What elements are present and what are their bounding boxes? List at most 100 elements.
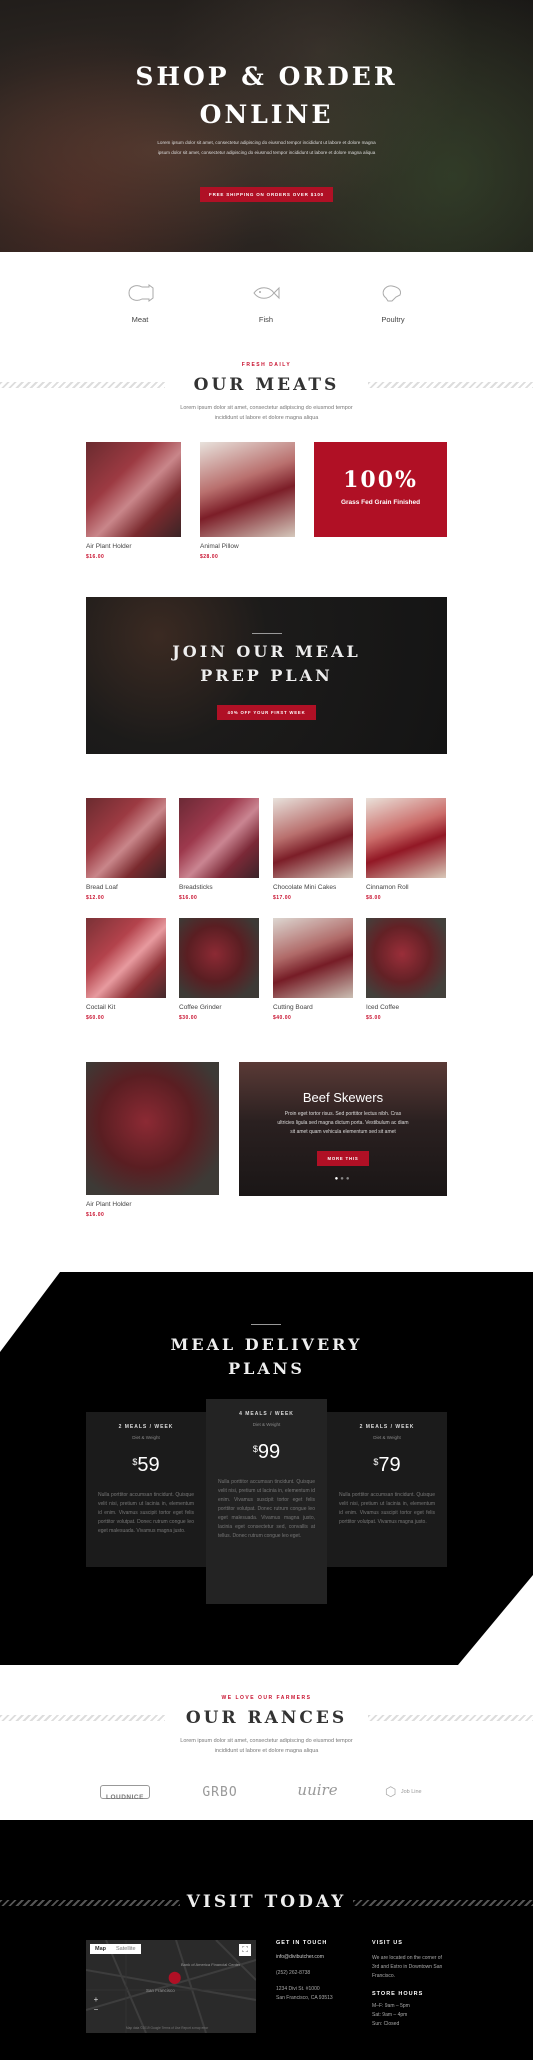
meat-icon	[128, 284, 154, 302]
ranch-logo-grbo[interactable]: GRBO	[195, 1783, 245, 1801]
map-embed[interactable]: Map Satellite ⛶ + − ⬤ San Francisco Bank …	[86, 1940, 256, 2033]
plan-card[interactable]: 2 MEALS / WEEK Diet & Weight $59 Nulla p…	[86, 1412, 206, 1567]
slide-text-line3: sit amet quam vehicula elementum sed sit…	[290, 1129, 396, 1135]
slider-dot[interactable]: ●	[346, 1176, 352, 1182]
ranch-logo-uuire[interactable]: uuire	[290, 1781, 345, 1800]
visit-stripe-right	[353, 1900, 533, 1906]
ranch-logo-text: Job Line	[400, 1788, 422, 1795]
plan-currency: $	[252, 1444, 258, 1454]
meal-prep-title-line2: PREP PLAN	[200, 666, 333, 685]
promo-percent: 100%	[343, 467, 418, 493]
fullscreen-icon[interactable]: ⛶	[239, 1944, 251, 1956]
category-meat[interactable]: Meat	[110, 282, 170, 324]
contact-email[interactable]: info@divibutcher.com	[276, 1954, 356, 1960]
product-card[interactable]: Coctail Kit $60.00	[86, 918, 166, 1021]
hours-line: Sat: 9am – 4pm	[372, 2012, 408, 2018]
product-price: $8.00	[366, 895, 382, 901]
visit-heading: VISIT US	[372, 1940, 403, 1946]
product-price: $40.00	[273, 1015, 292, 1021]
ranches-stripe-right	[368, 1715, 533, 1721]
free-shipping-button[interactable]: FREE SHIPPING ON ORDERS OVER $100	[200, 187, 333, 202]
product-card[interactable]: Breadsticks $16.00	[179, 798, 259, 901]
plan-card[interactable]: 2 MEALS / WEEK Diet & Weight $79 Nulla p…	[327, 1412, 447, 1567]
visit-today-section: VISIT TODAY Map Satellite ⛶ + − ⬤ San Fra…	[0, 1820, 533, 2060]
product-price: $16.00	[86, 1212, 105, 1218]
hero-title-line1: SHOP & ORDER	[135, 62, 398, 91]
product-card[interactable]: Chocolate Mini Cakes $17.00	[273, 798, 353, 901]
product-price: $16.00	[179, 895, 198, 901]
product-card[interactable]: Bread Loaf $12.00	[86, 798, 166, 901]
category-fish[interactable]: Fish	[236, 282, 296, 324]
plan-currency: $	[132, 1457, 138, 1467]
product-title[interactable]: Breadsticks	[179, 884, 259, 891]
meats-eyebrow: FRESH DAILY	[241, 362, 292, 368]
product-title[interactable]: Coctail Kit	[86, 1004, 166, 1011]
contact-heading: GET IN TOUCH	[276, 1940, 328, 1946]
product-title[interactable]: Animal Pillow	[200, 543, 295, 550]
product-image[interactable]	[86, 442, 181, 537]
product-card[interactable]: Air Plant Holder $16.00	[86, 1062, 219, 1218]
plan-card-featured[interactable]: 4 MEALS / WEEK Diet & Weight $99 Nulla p…	[206, 1399, 327, 1604]
product-image[interactable]	[366, 798, 446, 878]
visit-top-right-shape	[458, 1820, 533, 1860]
product-price: $5.00	[366, 1015, 382, 1021]
product-image[interactable]	[86, 918, 166, 998]
map-zoom-controls[interactable]: + −	[91, 1995, 101, 2015]
zoom-in-button[interactable]: +	[91, 1995, 101, 2005]
product-card[interactable]: Cutting Board $40.00	[273, 918, 353, 1021]
product-image[interactable]	[273, 918, 353, 998]
plan-price: $99	[206, 1441, 327, 1464]
product-card[interactable]: Iced Coffee $5.00	[366, 918, 446, 1021]
ranch-logo-loudnice[interactable]: LOUDNICE	[100, 1785, 150, 1801]
product-price: $17.00	[273, 895, 292, 901]
slider-dots[interactable]: ●●●	[239, 1176, 447, 1182]
product-image[interactable]	[86, 798, 166, 878]
contact-phone[interactable]: (252) 262-8738	[276, 1970, 356, 1976]
ranch-logo-jobline[interactable]: ⬡ Job Line	[385, 1783, 435, 1801]
product-title[interactable]: Cutting Board	[273, 1004, 353, 1011]
ranches-desc-line1: Lorem ipsum dolor sit amet, consectetur …	[180, 1738, 353, 1744]
zoom-out-button[interactable]: −	[91, 2005, 101, 2015]
contact-address-line2: San Francisco, CA 93513	[276, 1995, 333, 2001]
hours-heading: STORE HOURS	[372, 1991, 424, 1997]
feature-row: Air Plant Holder $16.00 Beef Skewers Pro…	[86, 1062, 447, 1222]
plan-subheading: Diet & Weight	[252, 1422, 281, 1427]
contact-address-line1: 1234 Divi St. #1000	[276, 1986, 320, 1992]
product-image[interactable]	[86, 1062, 219, 1195]
plan-heading: 2 MEALS / WEEK	[118, 1424, 174, 1430]
product-image[interactable]	[366, 918, 446, 998]
plan-description: Nulla porttitor accumsan tincidunt. Quis…	[218, 1479, 315, 1539]
product-card[interactable]: Coffee Grinder $30.00	[179, 918, 259, 1021]
plan-description: Nulla porttitor accumsan tincidunt. Quis…	[339, 1492, 435, 1525]
product-image[interactable]	[200, 442, 295, 537]
grass-fed-promo: 100% Grass Fed Grain Finished	[314, 442, 447, 537]
product-image[interactable]	[273, 798, 353, 878]
map-pin-icon[interactable]: ⬤	[168, 1970, 181, 1984]
product-title[interactable]: Coffee Grinder	[179, 1004, 259, 1011]
meal-prep-discount-button[interactable]: 40% OFF YOUR FIRST WEEK	[217, 705, 316, 720]
product-title[interactable]: Air Plant Holder	[86, 543, 181, 550]
product-image[interactable]	[179, 798, 259, 878]
product-image[interactable]	[179, 918, 259, 998]
product-title[interactable]: Bread Loaf	[86, 884, 166, 891]
product-price: $30.00	[179, 1015, 198, 1021]
slide-more-button[interactable]: MORE THIS	[317, 1151, 369, 1166]
product-card[interactable]: Air Plant Holder $16.00	[86, 442, 181, 560]
visit-column: VISIT US We are located on the corner of…	[372, 1940, 447, 2027]
beef-skewers-slider: Beef Skewers Proin eget tortor risus. Se…	[239, 1062, 447, 1196]
meats-desc-line1: Lorem ipsum dolor sit amet, consectetur …	[180, 405, 353, 411]
product-title[interactable]: Cinnamon Roll	[366, 884, 446, 891]
map-type-toggle[interactable]: Map Satellite	[90, 1944, 141, 1954]
product-title[interactable]: Chocolate Mini Cakes	[273, 884, 353, 891]
ranch-logo-text: GRBO	[202, 1785, 238, 1800]
category-poultry-label: Poultry	[381, 315, 405, 324]
product-title[interactable]: Air Plant Holder	[86, 1201, 219, 1208]
map-label-city: San Francisco	[146, 1988, 175, 1993]
category-poultry[interactable]: Poultry	[363, 282, 423, 324]
product-card[interactable]: Cinnamon Roll $8.00	[366, 798, 446, 901]
map-tab-map[interactable]: Map	[90, 1944, 111, 1954]
product-card[interactable]: Animal Pillow $28.00	[200, 442, 295, 560]
product-title[interactable]: Iced Coffee	[366, 1004, 446, 1011]
map-tab-satellite[interactable]: Satellite	[111, 1944, 141, 1954]
product-grid: Bread Loaf $12.00 Breadsticks $16.00 Cho…	[86, 798, 447, 1028]
